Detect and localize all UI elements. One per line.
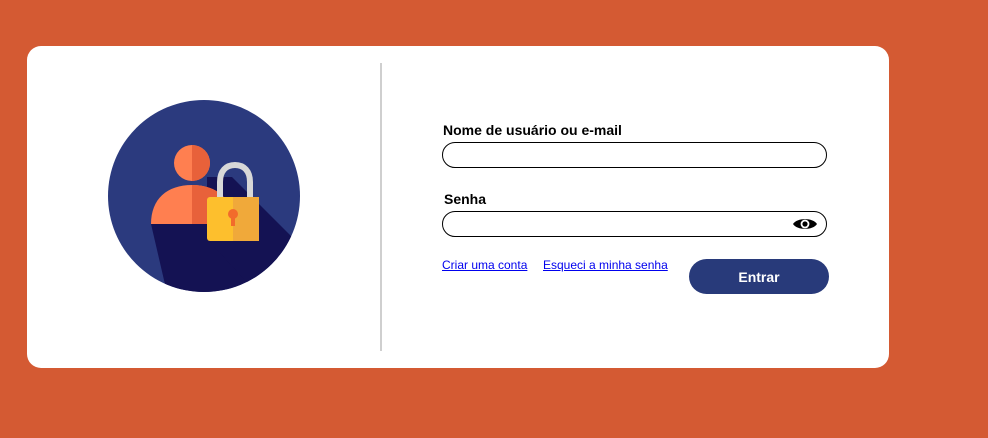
forgot-password-link[interactable]: Esqueci a minha senha bbox=[543, 258, 668, 272]
password-input[interactable] bbox=[442, 211, 827, 237]
username-input[interactable] bbox=[442, 142, 827, 168]
username-label: Nome de usuário ou e-mail bbox=[443, 122, 622, 138]
login-card: Nome de usuário ou e-mail Senha Criar um… bbox=[27, 46, 889, 368]
create-account-link[interactable]: Criar uma conta bbox=[442, 258, 527, 272]
user-lock-icon bbox=[108, 100, 300, 292]
password-label: Senha bbox=[444, 191, 487, 207]
vertical-divider bbox=[380, 63, 382, 351]
login-button[interactable]: Entrar bbox=[689, 259, 829, 294]
eye-icon[interactable] bbox=[792, 216, 818, 232]
